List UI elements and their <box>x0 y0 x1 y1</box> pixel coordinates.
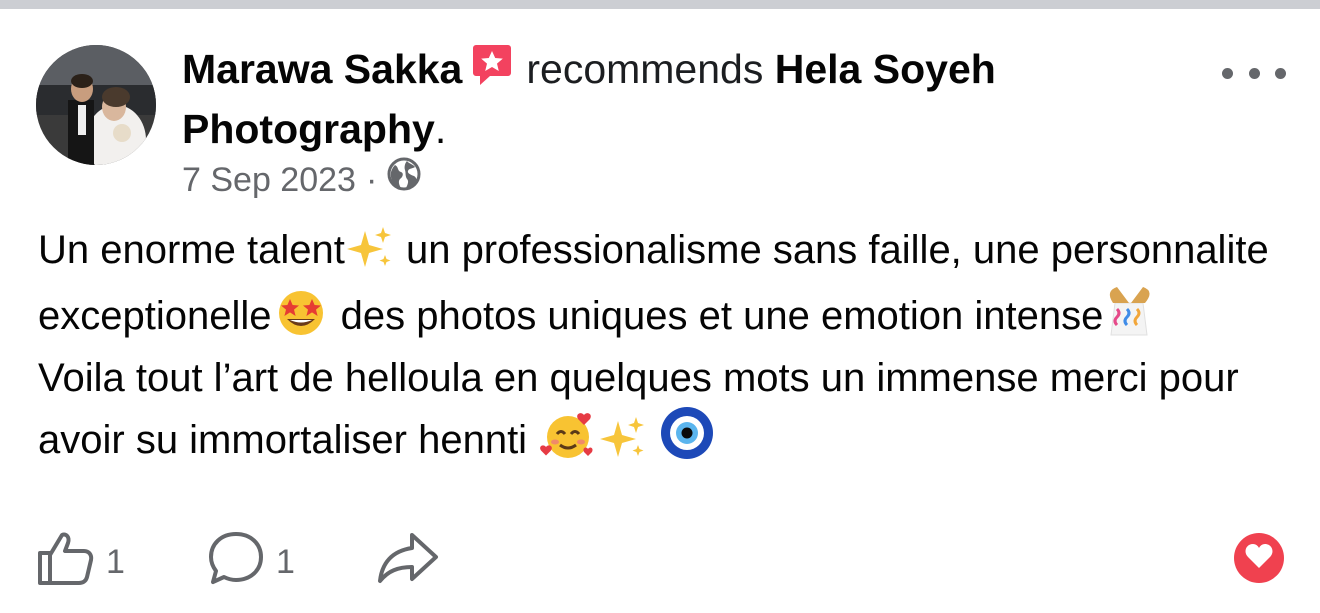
body-text-3: des photos uniques et une emotion intens… <box>329 294 1104 338</box>
post-header: Marawa Sakka recommends Hela Soyeh Photog… <box>182 41 1162 157</box>
share-icon <box>376 529 440 596</box>
avatar[interactable] <box>36 45 156 165</box>
action-text: recommends <box>526 46 764 92</box>
heart-icon <box>1244 542 1274 575</box>
top-divider <box>0 0 1320 9</box>
globe-icon <box>387 157 421 202</box>
like-count: 1 <box>106 543 125 581</box>
more-options-icon-dot <box>1275 67 1286 79</box>
more-options-icon <box>1222 67 1233 79</box>
comment-count: 1 <box>276 543 295 581</box>
confetti-icon <box>1103 285 1157 351</box>
post-meta: 7 Sep 2023 · <box>182 157 421 202</box>
target-suffix: . <box>434 106 447 152</box>
more-options-icon-dot <box>1248 67 1260 79</box>
sparkles-icon <box>345 225 395 285</box>
share-button[interactable] <box>376 529 440 596</box>
reaction-badge[interactable] <box>1234 533 1284 583</box>
more-options-button[interactable] <box>1222 53 1286 93</box>
nazar-amulet-icon <box>659 405 715 475</box>
star-struck-icon <box>272 287 330 351</box>
author-name[interactable]: Marawa Sakka <box>182 46 462 92</box>
like-button[interactable]: 1 <box>36 529 125 596</box>
smiling-face-with-hearts-icon <box>538 409 598 475</box>
body-text-1: Un enorme talent <box>38 228 345 272</box>
comment-icon <box>206 529 266 596</box>
recommendation-post: Marawa Sakka recommends Hela Soyeh Photog… <box>0 9 1320 613</box>
meta-separator: · <box>365 160 378 199</box>
comment-button[interactable]: 1 <box>206 529 295 596</box>
post-body: Un enorme talent un professionalisme san… <box>38 223 1278 475</box>
post-actions: 1 1 <box>36 529 1286 589</box>
sparkles-icon-2 <box>598 415 648 475</box>
thumbs-up-icon <box>36 529 96 596</box>
recommend-badge-icon <box>472 43 512 101</box>
post-date[interactable]: 7 Sep 2023 <box>182 158 356 202</box>
